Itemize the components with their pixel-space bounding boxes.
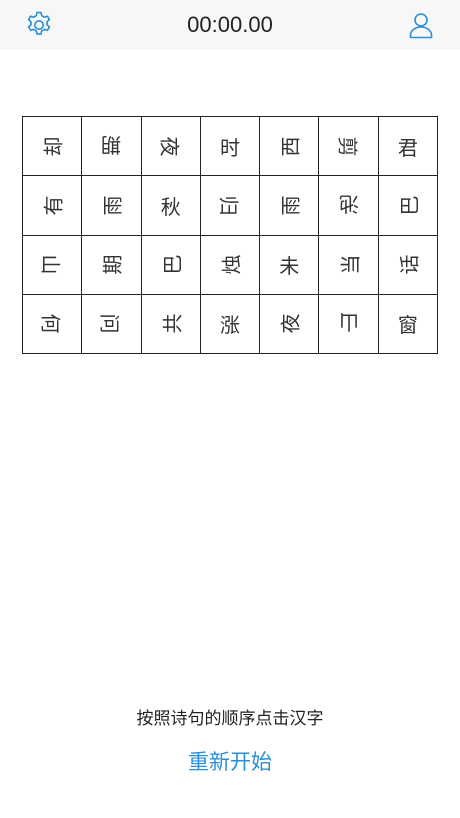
- grid-cell[interactable]: 秋: [141, 176, 201, 236]
- settings-button[interactable]: [23, 9, 55, 41]
- timer-display: 00:00.00: [187, 12, 273, 37]
- grid-cell-char: 秋: [160, 194, 181, 219]
- grid-cell[interactable]: 山: [23, 235, 83, 295]
- grid-cell-char: 期: [101, 132, 122, 157]
- grid-cell[interactable]: 池: [319, 176, 379, 236]
- grid-cell-char: 当: [338, 254, 363, 275]
- grid-cell[interactable]: 未: [260, 235, 320, 295]
- grid-cell-char: 夜: [278, 313, 303, 334]
- grid-cell[interactable]: 归: [200, 176, 261, 236]
- grid-cell-char: 话: [397, 254, 422, 275]
- grid-cell-char: 却: [41, 136, 66, 157]
- grid-cell-char: 雨: [278, 195, 303, 216]
- grid-cell-char: 涨: [219, 313, 240, 338]
- grid-cell-char: 山: [338, 310, 359, 335]
- grid-cell[interactable]: 却: [23, 117, 83, 177]
- top-bar: 00:00.00: [0, 0, 460, 50]
- grid-cell[interactable]: 有: [23, 176, 83, 236]
- grid-cell[interactable]: 期: [82, 235, 142, 295]
- grid-cell[interactable]: 雨: [82, 176, 142, 236]
- grid-cell-char: 烛: [219, 254, 244, 275]
- restart-button[interactable]: 重新开始: [150, 742, 310, 782]
- grid-cell[interactable]: 夜: [260, 294, 320, 354]
- grid-cell-char: 雨: [100, 195, 125, 216]
- grid-cell-char: 剪: [335, 136, 360, 157]
- grid-cell-char: 共: [160, 313, 185, 334]
- grid-cell-char: 归: [216, 195, 241, 216]
- grid-cell-char: 时: [219, 135, 240, 160]
- grid-cell-char: 窗: [397, 313, 418, 338]
- grid-cell-char: 巴: [397, 195, 422, 216]
- grid-cell-char: 西: [278, 136, 303, 157]
- grid-cell-char: 有: [41, 195, 66, 216]
- grid-cell[interactable]: 烛: [200, 235, 261, 295]
- grid-cell[interactable]: 巴: [141, 235, 201, 295]
- grid-cell-char: 问: [97, 313, 122, 334]
- grid-cell[interactable]: 何: [23, 294, 83, 354]
- grid-cell[interactable]: 问: [82, 294, 142, 354]
- user-button[interactable]: [405, 9, 437, 41]
- grid-cell[interactable]: 涨: [200, 294, 261, 354]
- grid-cell[interactable]: 时: [200, 117, 261, 177]
- grid-cell-char: 君: [397, 135, 418, 160]
- instruction-text: 按照诗句的顺序点击汉字: [136, 709, 324, 729]
- grid-cell-char: 何: [38, 313, 63, 334]
- grid-cell[interactable]: 巴: [378, 176, 438, 236]
- gear-icon: [27, 11, 51, 35]
- grid-cell[interactable]: 当: [319, 235, 379, 295]
- character-grid: 却期夜时西剪君有雨秋归雨池巴山期巴烛未当话何问共涨夜山窗: [22, 116, 438, 354]
- grid-cell-char: 池: [338, 191, 359, 216]
- user-icon: [409, 13, 433, 39]
- grid-cell[interactable]: 雨: [260, 176, 320, 236]
- grid-cell-char: 巴: [160, 254, 185, 275]
- grid-cell-char: 夜: [157, 136, 182, 157]
- grid-cell[interactable]: 话: [378, 235, 438, 295]
- grid-cell[interactable]: 山: [319, 294, 379, 354]
- grid-cell-char: 未: [279, 254, 300, 279]
- grid-cell-char: 期: [100, 254, 125, 275]
- grid-cell[interactable]: 共: [141, 294, 201, 354]
- grid-cell[interactable]: 剪: [319, 117, 379, 177]
- grid-cell[interactable]: 西: [260, 117, 320, 177]
- grid-cell[interactable]: 窗: [378, 294, 438, 354]
- grid-cell[interactable]: 君: [378, 117, 438, 177]
- grid-cell[interactable]: 夜: [141, 117, 201, 177]
- grid-cell[interactable]: 期: [82, 117, 142, 177]
- grid-cell-char: 山: [38, 254, 63, 275]
